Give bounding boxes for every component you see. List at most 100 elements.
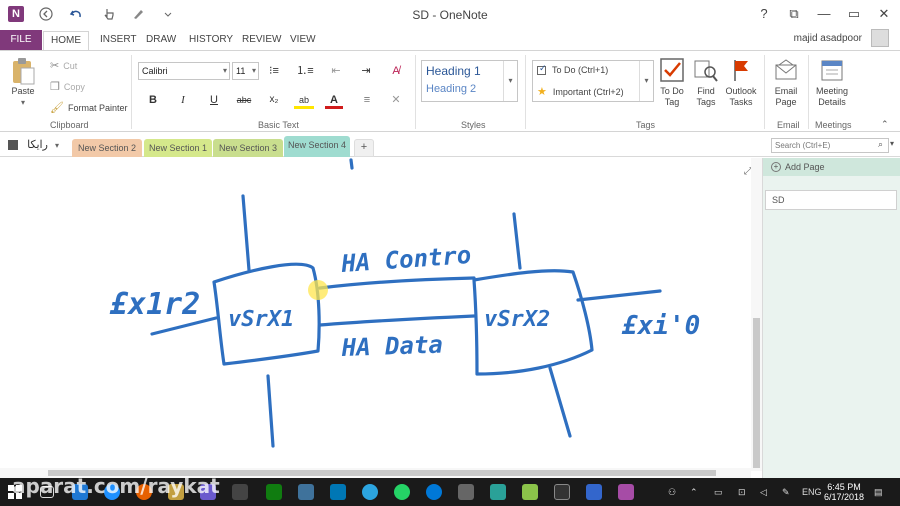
tab-history[interactable]: HISTORY — [181, 31, 241, 50]
copy-button[interactable]: ❐ Copy — [50, 80, 85, 93]
indent-icon[interactable]: ⇥ — [357, 62, 375, 80]
skype-icon[interactable] — [426, 484, 442, 500]
tag-todo-label: To Do (Ctrl+1) — [552, 65, 609, 75]
page-item[interactable]: SD — [765, 190, 897, 210]
people-icon[interactable]: ⚇ — [668, 487, 676, 498]
chevron-down-icon[interactable]: ▾ — [503, 61, 517, 101]
battery-icon[interactable]: ▭ — [714, 487, 723, 498]
star-icon: ★ — [537, 86, 547, 98]
clear-formatting-icon[interactable]: A̸ — [387, 62, 405, 80]
watermark: aparat.com/raykat — [12, 474, 220, 498]
highlight-button[interactable]: ab — [294, 91, 314, 109]
tag-important[interactable]: ★ Important (Ctrl+2) — [537, 85, 624, 98]
find-tags-button[interactable]: Find Tags — [692, 57, 720, 108]
style-heading-1[interactable]: Heading 1 — [426, 64, 481, 78]
outlook-tasks-label-line-1: Outlook — [725, 86, 757, 96]
tags-gallery[interactable]: ✓ To Do (Ctrl+1) ★ Important (Ctrl+2) ▾ — [532, 60, 654, 102]
camera-icon[interactable] — [232, 484, 248, 500]
underline-button[interactable]: U — [205, 91, 223, 109]
network-icon[interactable]: ⊡ — [738, 487, 746, 498]
font-color-button[interactable]: A — [325, 91, 343, 109]
pen-workspace-icon[interactable]: ✎ — [782, 487, 790, 498]
close-button[interactable]: ✕ — [872, 3, 896, 25]
tags-group-label: Tags — [636, 120, 656, 130]
minimize-button[interactable]: — — [812, 3, 836, 25]
outlook-tasks-button[interactable]: Outlook Tasks — [724, 57, 758, 108]
section-tab-new-section-1[interactable]: New Section 1 — [144, 139, 212, 157]
clock[interactable]: 6:45 PM 6/17/2018 — [824, 482, 864, 502]
remote-desktop-icon[interactable] — [586, 484, 602, 500]
style-heading-2[interactable]: Heading 2 — [426, 83, 476, 95]
meeting-details-button[interactable]: Meeting Details — [814, 57, 850, 108]
ink-line-vsrx2-right — [576, 289, 662, 302]
paste-button[interactable]: Paste ▾ — [8, 57, 38, 108]
section-tab-new-section-2[interactable]: New Section 2 — [72, 139, 142, 157]
bold-button[interactable]: B — [144, 91, 162, 109]
help-button[interactable]: ? — [752, 3, 776, 25]
numbering-icon[interactable]: ⒈≡ — [296, 62, 314, 80]
instagram-icon[interactable] — [298, 484, 314, 500]
terminal-icon[interactable] — [554, 484, 570, 500]
notebook-selector[interactable]: رایکا ▾ — [8, 138, 59, 151]
group-divider — [808, 55, 809, 129]
section-tab-new-section-3[interactable]: New Section 3 — [213, 139, 283, 157]
tab-view[interactable]: VIEW — [282, 31, 324, 50]
volume-icon[interactable]: ◁ — [760, 487, 767, 498]
maximize-button[interactable]: ▭ — [842, 3, 866, 25]
subscript-button[interactable]: x₂ — [264, 91, 284, 109]
tab-home[interactable]: HOME — [43, 31, 89, 50]
linkedin-icon[interactable] — [330, 484, 346, 500]
collapse-ribbon-icon[interactable]: ⌃ — [881, 119, 889, 130]
user-name[interactable]: majid asadpoor — [794, 33, 862, 44]
label-vsrx1: vSrX1 — [228, 307, 294, 332]
search-input[interactable]: Search (Ctrl+E) — [771, 138, 889, 153]
align-icon[interactable]: ≡ — [358, 91, 376, 109]
search-icon[interactable]: ⌕ — [878, 139, 883, 150]
section-tab-new-section-4[interactable]: New Section 4 — [284, 136, 350, 157]
settings-icon[interactable] — [458, 484, 474, 500]
whatsapp-icon[interactable] — [394, 484, 410, 500]
chevron-down-icon[interactable]: ▾ — [639, 61, 653, 101]
chevron-down-icon[interactable]: ▾ — [890, 139, 894, 148]
font-size-combo[interactable]: 11 ▾ — [232, 62, 259, 80]
notification-center-icon[interactable]: ▤ — [874, 487, 883, 498]
italic-button[interactable]: I — [174, 91, 192, 109]
add-section-button[interactable]: + — [354, 139, 374, 157]
todo-tag-button[interactable]: To Do Tag — [658, 57, 686, 108]
onenote-taskbar-icon-2[interactable] — [618, 484, 634, 500]
tab-file[interactable]: FILE — [0, 30, 42, 50]
lync-icon[interactable] — [490, 484, 506, 500]
strikethrough-button[interactable]: abc — [233, 91, 255, 109]
styles-gallery[interactable]: Heading 1 Heading 2 ▾ — [421, 60, 518, 102]
avatar[interactable] — [871, 29, 889, 47]
email-page-button[interactable]: Email Page — [771, 57, 801, 108]
bullets-icon[interactable]: ⁝≡ — [265, 62, 283, 80]
page-canvas[interactable]: £x1r2 vSrX1 HA Contro HA Data vSrX2 £xi'… — [0, 158, 762, 471]
format-painter-label: Format Painter — [67, 102, 128, 113]
format-painter-button[interactable]: 🖌 Format Painter — [50, 101, 128, 114]
language-indicator[interactable]: ENG — [802, 487, 822, 497]
cut-button[interactable]: ✂ Cut — [50, 59, 77, 72]
outdent-icon[interactable]: ⇤ — [327, 62, 345, 80]
font-name-combo[interactable]: Calibri ▾ — [138, 62, 230, 80]
group-divider — [415, 55, 416, 129]
photos-icon[interactable] — [266, 484, 282, 500]
tab-insert[interactable]: INSERT — [92, 31, 145, 50]
outlook-tasks-label-line-2: Tasks — [729, 97, 753, 107]
vertical-scrollbar[interactable] — [751, 158, 762, 471]
email-page-label-line-2: Page — [775, 97, 797, 107]
add-page-button[interactable]: + Add Page — [763, 158, 900, 176]
tab-draw[interactable]: DRAW — [138, 31, 184, 50]
ink-line-vsrx1-top — [241, 194, 251, 272]
ribbon-display-options-button[interactable]: ⧉ — [782, 3, 806, 25]
ink-drawing: £x1r2 vSrX1 HA Contro HA Data vSrX2 £xi'… — [109, 158, 700, 448]
delete-icon[interactable]: ✕ — [387, 91, 405, 109]
clipboard-group-label: Clipboard — [50, 120, 89, 130]
app-icon-2[interactable] — [522, 484, 538, 500]
flag-icon — [728, 57, 754, 83]
brush-icon: 🖌 — [50, 102, 64, 114]
tray-chevron-icon[interactable]: ⌃ — [690, 487, 698, 498]
tag-todo[interactable]: ✓ To Do (Ctrl+1) — [537, 63, 609, 75]
telegram-icon[interactable] — [362, 484, 378, 500]
scroll-thumb[interactable] — [753, 318, 760, 468]
